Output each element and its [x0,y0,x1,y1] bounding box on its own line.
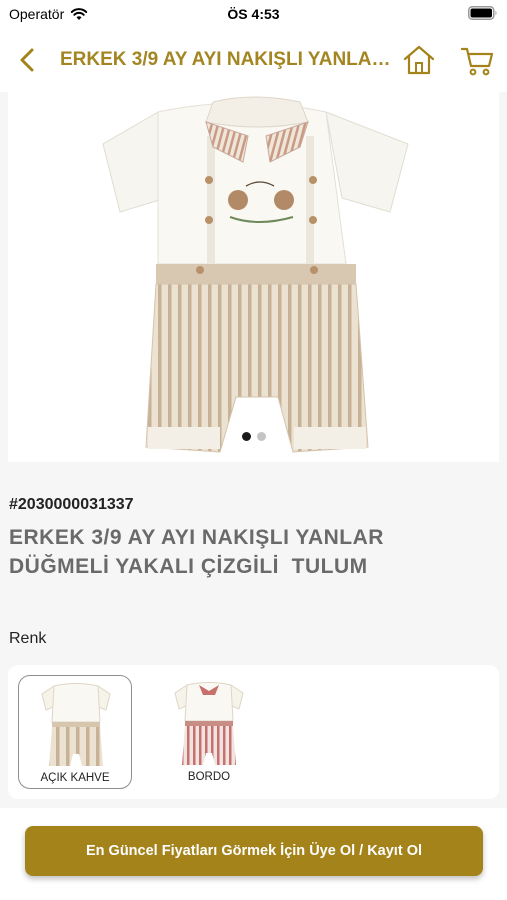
product-name: ERKEK 3/9 AY AYI NAKIŞLI YANLAR DÜĞMELİ … [9,526,391,578]
product-photo [102,96,409,453]
clock: ÖS 4:53 [227,6,280,22]
variant-thumbnail [41,683,111,766]
variant-thumbnail [174,682,244,765]
variant-label: BORDO [187,771,231,783]
color-variant-panel: AÇIK KAHVE BORDO [8,665,499,799]
page-title: ERKEK 3/9 AY AYI NAKIŞLI YANLAR DÜĞMELİ … [60,49,397,70]
product-image-carousel[interactable] [8,92,499,462]
color-variant-light-brown[interactable]: AÇIK KAHVE [18,675,132,789]
home-icon[interactable] [401,42,437,78]
chevron-left-icon[interactable] [14,46,42,74]
battery-icon [468,6,497,20]
color-variant-burgundy[interactable]: BORDO [152,675,266,789]
product-sku: #2030000031337 [9,496,134,513]
status-bar: Operatör ÖS 4:53 [0,0,507,28]
register-cta-button[interactable]: En Güncel Fiyatları Görmek İçin Üye Ol /… [25,826,483,876]
carousel-dots [8,432,499,441]
carousel-dot[interactable] [256,432,266,441]
bottom-action-bar: En Güncel Fiyatları Görmek İçin Üye Ol /… [0,808,507,900]
variant-label: AÇIK KAHVE [40,772,110,784]
cart-icon[interactable] [459,42,495,78]
carousel-dot-active[interactable] [241,432,251,441]
navigation-bar: ERKEK 3/9 AY AYI NAKIŞLI YANLAR DÜĞMELİ … [0,28,507,92]
color-section-label: Renk [9,630,47,647]
